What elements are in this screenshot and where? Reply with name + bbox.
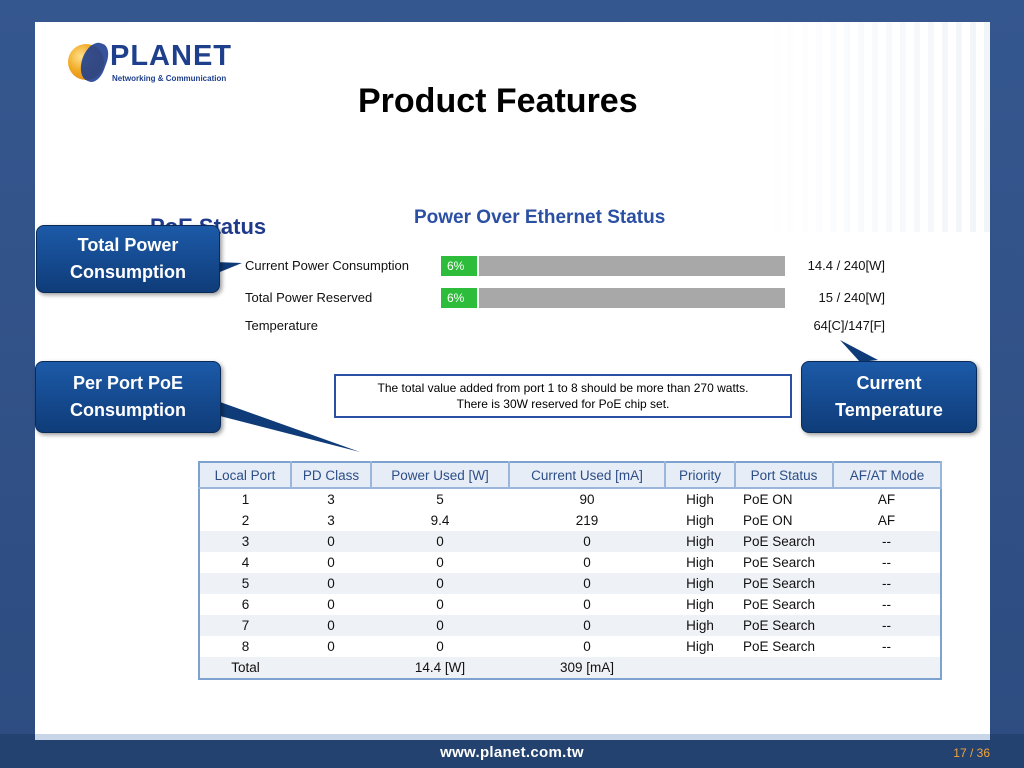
table-row: 1 3 5 90 High PoE ON AF [199, 488, 941, 510]
cell-port: 1 [199, 488, 291, 510]
cell-power: 0 [371, 636, 509, 657]
table-row: 3 0 0 0 High PoE Search -- [199, 531, 941, 552]
cell-pd-class: 0 [291, 552, 371, 573]
cell-mode: AF [833, 488, 941, 510]
cell-status: PoE Search [735, 636, 833, 657]
column-header: PD Class [291, 462, 372, 489]
cell-current: 0 [509, 531, 665, 552]
cell-mode: -- [833, 531, 941, 552]
cell-current: 90 [509, 488, 665, 510]
callout-total-power: Total Power Consumption [36, 225, 220, 293]
table-row: 2 3 9.4 219 High PoE ON AF [199, 510, 941, 531]
cell-pd-class: 3 [291, 488, 371, 510]
cell-mode: -- [833, 552, 941, 573]
cell-current: 0 [509, 636, 665, 657]
table-row: 4 0 0 0 High PoE Search -- [199, 552, 941, 573]
callout-text: Per Port PoE Consumption [70, 373, 186, 420]
cell-total-power: 14.4 [W] [371, 657, 509, 679]
cell-pd-class: 0 [291, 531, 371, 552]
cell-mode: -- [833, 615, 941, 636]
cell-status: PoE Search [735, 594, 833, 615]
column-header: Power Used [W] [371, 462, 510, 489]
note-box: The total value added from port 1 to 8 s… [334, 374, 792, 418]
cell-current: 0 [509, 573, 665, 594]
cell-pd-class: 0 [291, 615, 371, 636]
cell-power: 9.4 [371, 510, 509, 531]
cell-pd-class: 0 [291, 636, 371, 657]
cell-power: 5 [371, 488, 509, 510]
cell-status: PoE Search [735, 573, 833, 594]
column-header: AF/AT Mode [833, 462, 942, 489]
column-header: Current Used [mA] [509, 462, 666, 489]
cell-status: PoE Search [735, 531, 833, 552]
table-total-row: Total 14.4 [W] 309 [mA] [199, 657, 941, 679]
cell-total-current: 309 [mA] [509, 657, 665, 679]
table-row: 6 0 0 0 High PoE Search -- [199, 594, 941, 615]
cell-power: 0 [371, 531, 509, 552]
table-row: 5 0 0 0 High PoE Search -- [199, 573, 941, 594]
cell-priority: High [665, 552, 735, 573]
cell-port: 8 [199, 636, 291, 657]
callout-current-temperature: Current Temperature [801, 361, 977, 433]
cell-total-label: Total [199, 657, 291, 679]
table-row: 7 0 0 0 High PoE Search -- [199, 615, 941, 636]
cell-mode: AF [833, 510, 941, 531]
cell-total-priority [665, 657, 735, 679]
cell-priority: High [665, 636, 735, 657]
cell-current: 0 [509, 552, 665, 573]
cell-status: PoE Search [735, 615, 833, 636]
table-row: 8 0 0 0 High PoE Search -- [199, 636, 941, 657]
cell-port: 6 [199, 594, 291, 615]
cell-priority: High [665, 573, 735, 594]
callout-text: Current Temperature [835, 373, 943, 420]
cell-power: 0 [371, 552, 509, 573]
port-poe-table: Local Port PD Class Power Used [W] Curre… [198, 461, 942, 680]
cell-mode: -- [833, 573, 941, 594]
cell-priority: High [665, 615, 735, 636]
callout-per-port: Per Port PoE Consumption [35, 361, 221, 433]
column-header: Local Port [199, 462, 292, 489]
cell-current: 0 [509, 615, 665, 636]
cell-power: 0 [371, 594, 509, 615]
note-line: The total value added from port 1 to 8 s… [377, 381, 749, 395]
cell-total-mode [833, 657, 941, 679]
cell-power: 0 [371, 573, 509, 594]
cell-port: 7 [199, 615, 291, 636]
cell-power: 0 [371, 615, 509, 636]
cell-port: 3 [199, 531, 291, 552]
cell-status: PoE ON [735, 488, 833, 510]
cell-priority: High [665, 594, 735, 615]
pointer-current-temperature [840, 340, 878, 362]
column-header: Port Status [735, 462, 834, 489]
cell-mode: -- [833, 636, 941, 657]
cell-mode: -- [833, 594, 941, 615]
cell-current: 0 [509, 594, 665, 615]
cell-current: 219 [509, 510, 665, 531]
callout-text: Total Power Consumption [70, 235, 186, 282]
cell-total-pd-class [291, 657, 371, 679]
cell-status: PoE ON [735, 510, 833, 531]
cell-status: PoE Search [735, 552, 833, 573]
cell-pd-class: 3 [291, 510, 371, 531]
note-line: There is 30W reserved for PoE chip set. [456, 397, 670, 411]
table-header-row: Local Port PD Class Power Used [W] Curre… [199, 462, 942, 489]
cell-port: 4 [199, 552, 291, 573]
cell-priority: High [665, 488, 735, 510]
cell-port: 5 [199, 573, 291, 594]
cell-pd-class: 0 [291, 573, 371, 594]
cell-priority: High [665, 510, 735, 531]
column-header: Priority [665, 462, 736, 489]
cell-priority: High [665, 531, 735, 552]
cell-port: 2 [199, 510, 291, 531]
cell-pd-class: 0 [291, 594, 371, 615]
cell-total-status [735, 657, 833, 679]
